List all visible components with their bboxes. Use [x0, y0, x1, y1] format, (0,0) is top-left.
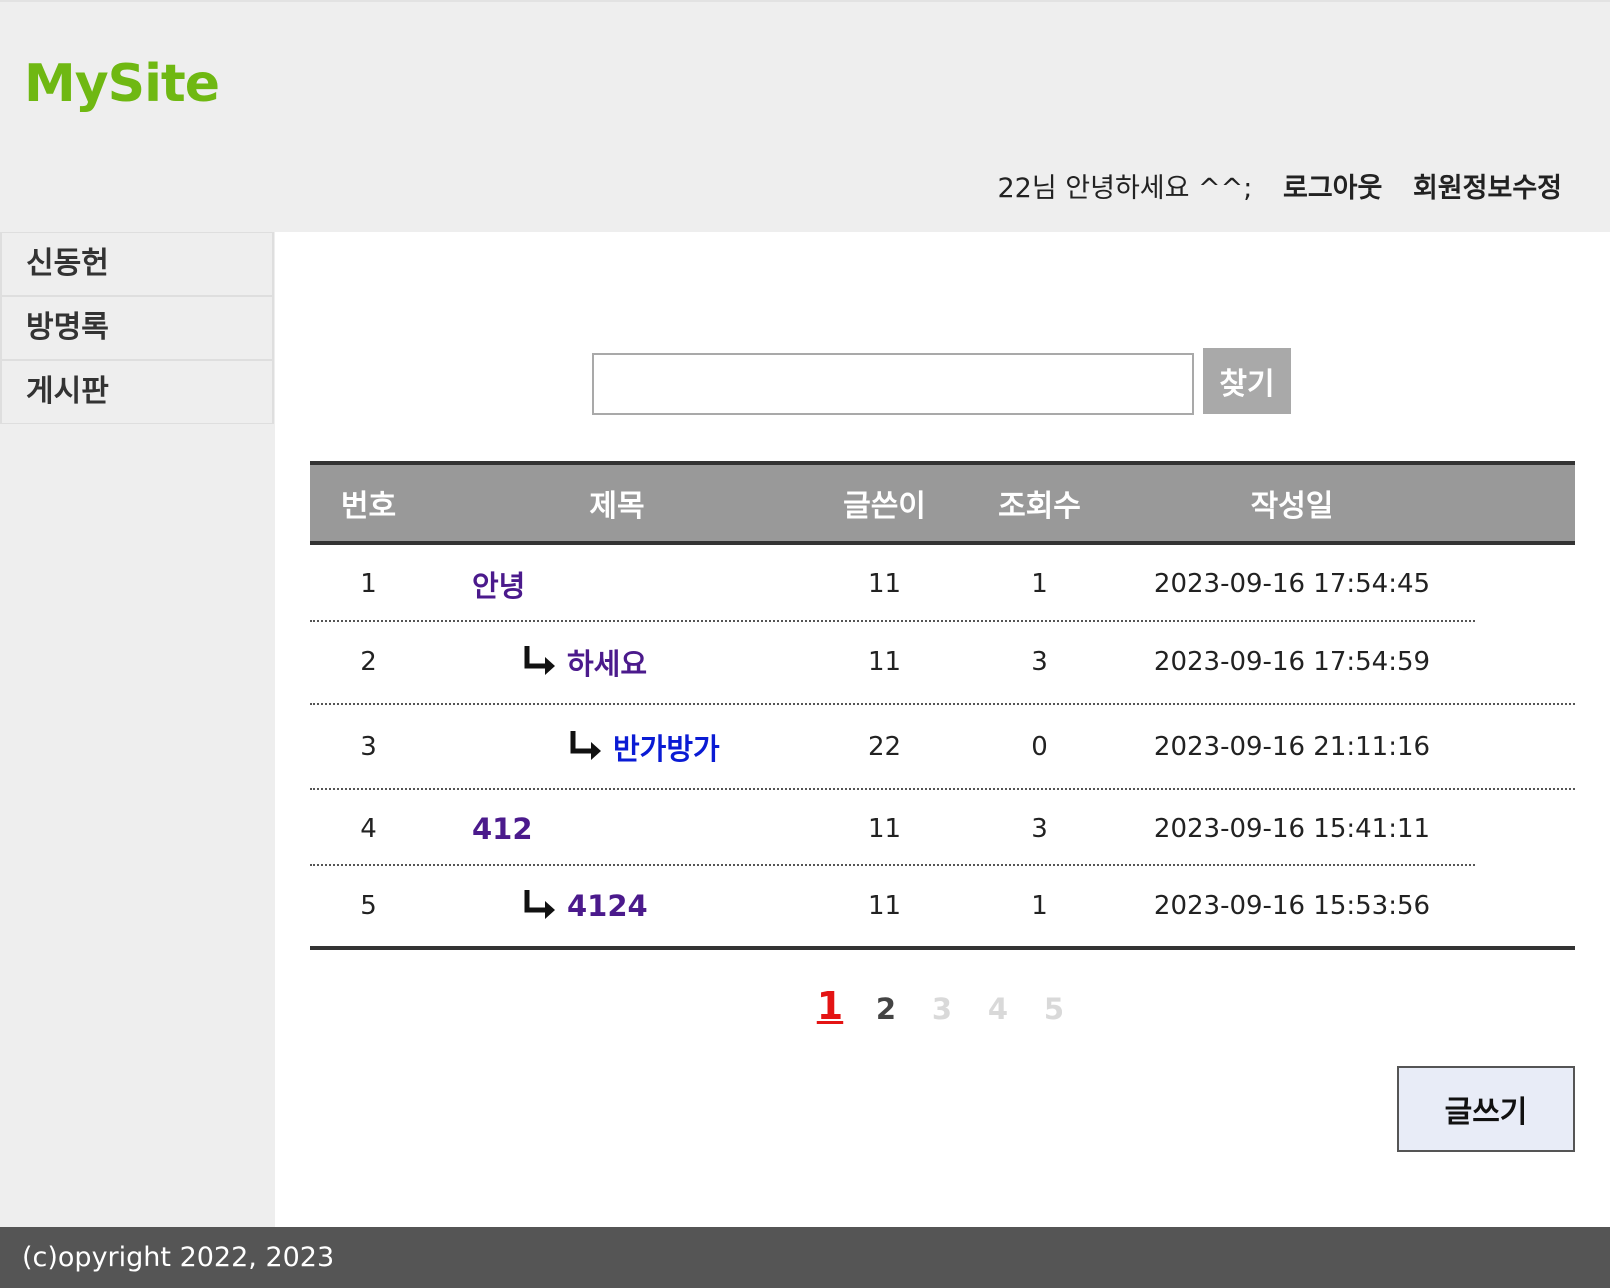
sidebar-item-board[interactable]: 게시판 [0, 360, 274, 424]
row-date: 2023-09-16 17:54:45 [1153, 569, 1431, 599]
table-row: 3 반가방가 22 0 2023-09-16 21:11:16 [310, 706, 1575, 788]
user-nav: 22님 안녕하세요 ^^; 로그아웃 회원정보수정 [997, 166, 1562, 205]
table-row: 2 하세요 11 3 2023-09-16 17:54:59 [310, 623, 1575, 701]
footer: (c)opyright 2022, 2023 [0, 1227, 1610, 1288]
reply-arrow-icon [524, 646, 555, 675]
row-hits: 0 [1031, 732, 1048, 762]
copyright-text: (c)opyright 2022, 2023 [22, 1242, 335, 1273]
column-header-writer: 글쓴이 [843, 489, 926, 524]
column-header-number: 번호 [340, 489, 397, 524]
site-logo[interactable]: MySite [24, 54, 220, 114]
sidebar: 신동헌 방명록 게시판 [0, 232, 275, 1227]
sidebar-item-name[interactable]: 신동헌 [0, 232, 274, 296]
row-date: 2023-09-16 21:11:16 [1153, 732, 1431, 762]
row-number: 1 [360, 569, 377, 599]
header: MySite 22님 안녕하세요 ^^; 로그아웃 회원정보수정 [0, 0, 1610, 232]
search-input[interactable] [592, 353, 1194, 415]
post-title-link[interactable]: 반가방가 [613, 726, 720, 768]
page-5-disabled: 5 [1043, 992, 1065, 1026]
row-writer: 11 [867, 569, 902, 599]
column-header-date: 작성일 [1250, 489, 1334, 524]
logout-link[interactable]: 로그아웃 [1283, 173, 1382, 204]
row-writer: 11 [867, 891, 902, 921]
page-3-disabled: 3 [931, 992, 953, 1026]
row-date: 2023-09-16 17:54:59 [1153, 647, 1431, 677]
row-date: 2023-09-16 15:53:56 [1153, 891, 1431, 921]
row-title-cell: 412 [427, 791, 852, 867]
table-row: 5 4124 11 1 2023-09-16 15:53:56 [310, 867, 1575, 945]
row-divider [310, 703, 1575, 705]
board-table: 번호 제목 글쓴이 조회수 작성일 1 안녕 11 1 2023-09-16 1… [310, 461, 1575, 951]
row-writer: 11 [867, 814, 902, 844]
row-number: 5 [360, 891, 377, 921]
row-date: 2023-09-16 15:41:11 [1153, 814, 1431, 844]
greeting-text: 22님 안녕하세요 ^^; [997, 173, 1253, 204]
search-button[interactable]: 찾기 [1203, 348, 1291, 414]
table-row: 4 412 11 3 2023-09-16 15:41:11 [310, 791, 1575, 867]
row-number: 2 [360, 647, 377, 677]
row-divider [310, 788, 1575, 790]
reply-arrow-icon [570, 731, 601, 760]
column-header-title: 제목 [589, 489, 645, 524]
row-divider [310, 620, 1475, 622]
sidebar-item-guestbook[interactable]: 방명록 [0, 296, 274, 360]
page-1-current: 1 [816, 984, 844, 1028]
edit-profile-link[interactable]: 회원정보수정 [1413, 173, 1562, 204]
post-title-link[interactable]: 4124 [567, 889, 648, 923]
post-title-link[interactable]: 412 [472, 812, 533, 846]
row-writer: 22 [867, 732, 902, 762]
row-hits: 3 [1031, 814, 1048, 844]
write-post-button[interactable]: 글쓰기 [1397, 1066, 1575, 1152]
post-title-link[interactable]: 안녕 [472, 563, 525, 605]
page-4-disabled: 4 [987, 992, 1009, 1026]
row-number: 4 [360, 814, 377, 844]
post-title-link[interactable]: 하세요 [567, 641, 647, 683]
column-header-hits: 조회수 [998, 489, 1081, 524]
row-hits: 1 [1031, 891, 1048, 921]
row-divider [310, 864, 1475, 866]
row-number: 3 [360, 732, 377, 762]
page: MySite 22님 안녕하세요 ^^; 로그아웃 회원정보수정 신동헌 방명록… [0, 0, 1620, 1288]
row-hits: 1 [1031, 569, 1048, 599]
row-hits: 3 [1031, 647, 1048, 677]
table-header: 번호 제목 글쓴이 조회수 작성일 [310, 461, 1575, 545]
table-bottom-border [310, 946, 1575, 950]
table-row: 1 안녕 11 1 2023-09-16 17:54:45 [310, 545, 1575, 623]
row-writer: 11 [867, 647, 902, 677]
page-2-link[interactable]: 2 [866, 992, 906, 1026]
reply-arrow-icon [524, 890, 555, 919]
row-title-cell: 안녕 [427, 545, 852, 623]
